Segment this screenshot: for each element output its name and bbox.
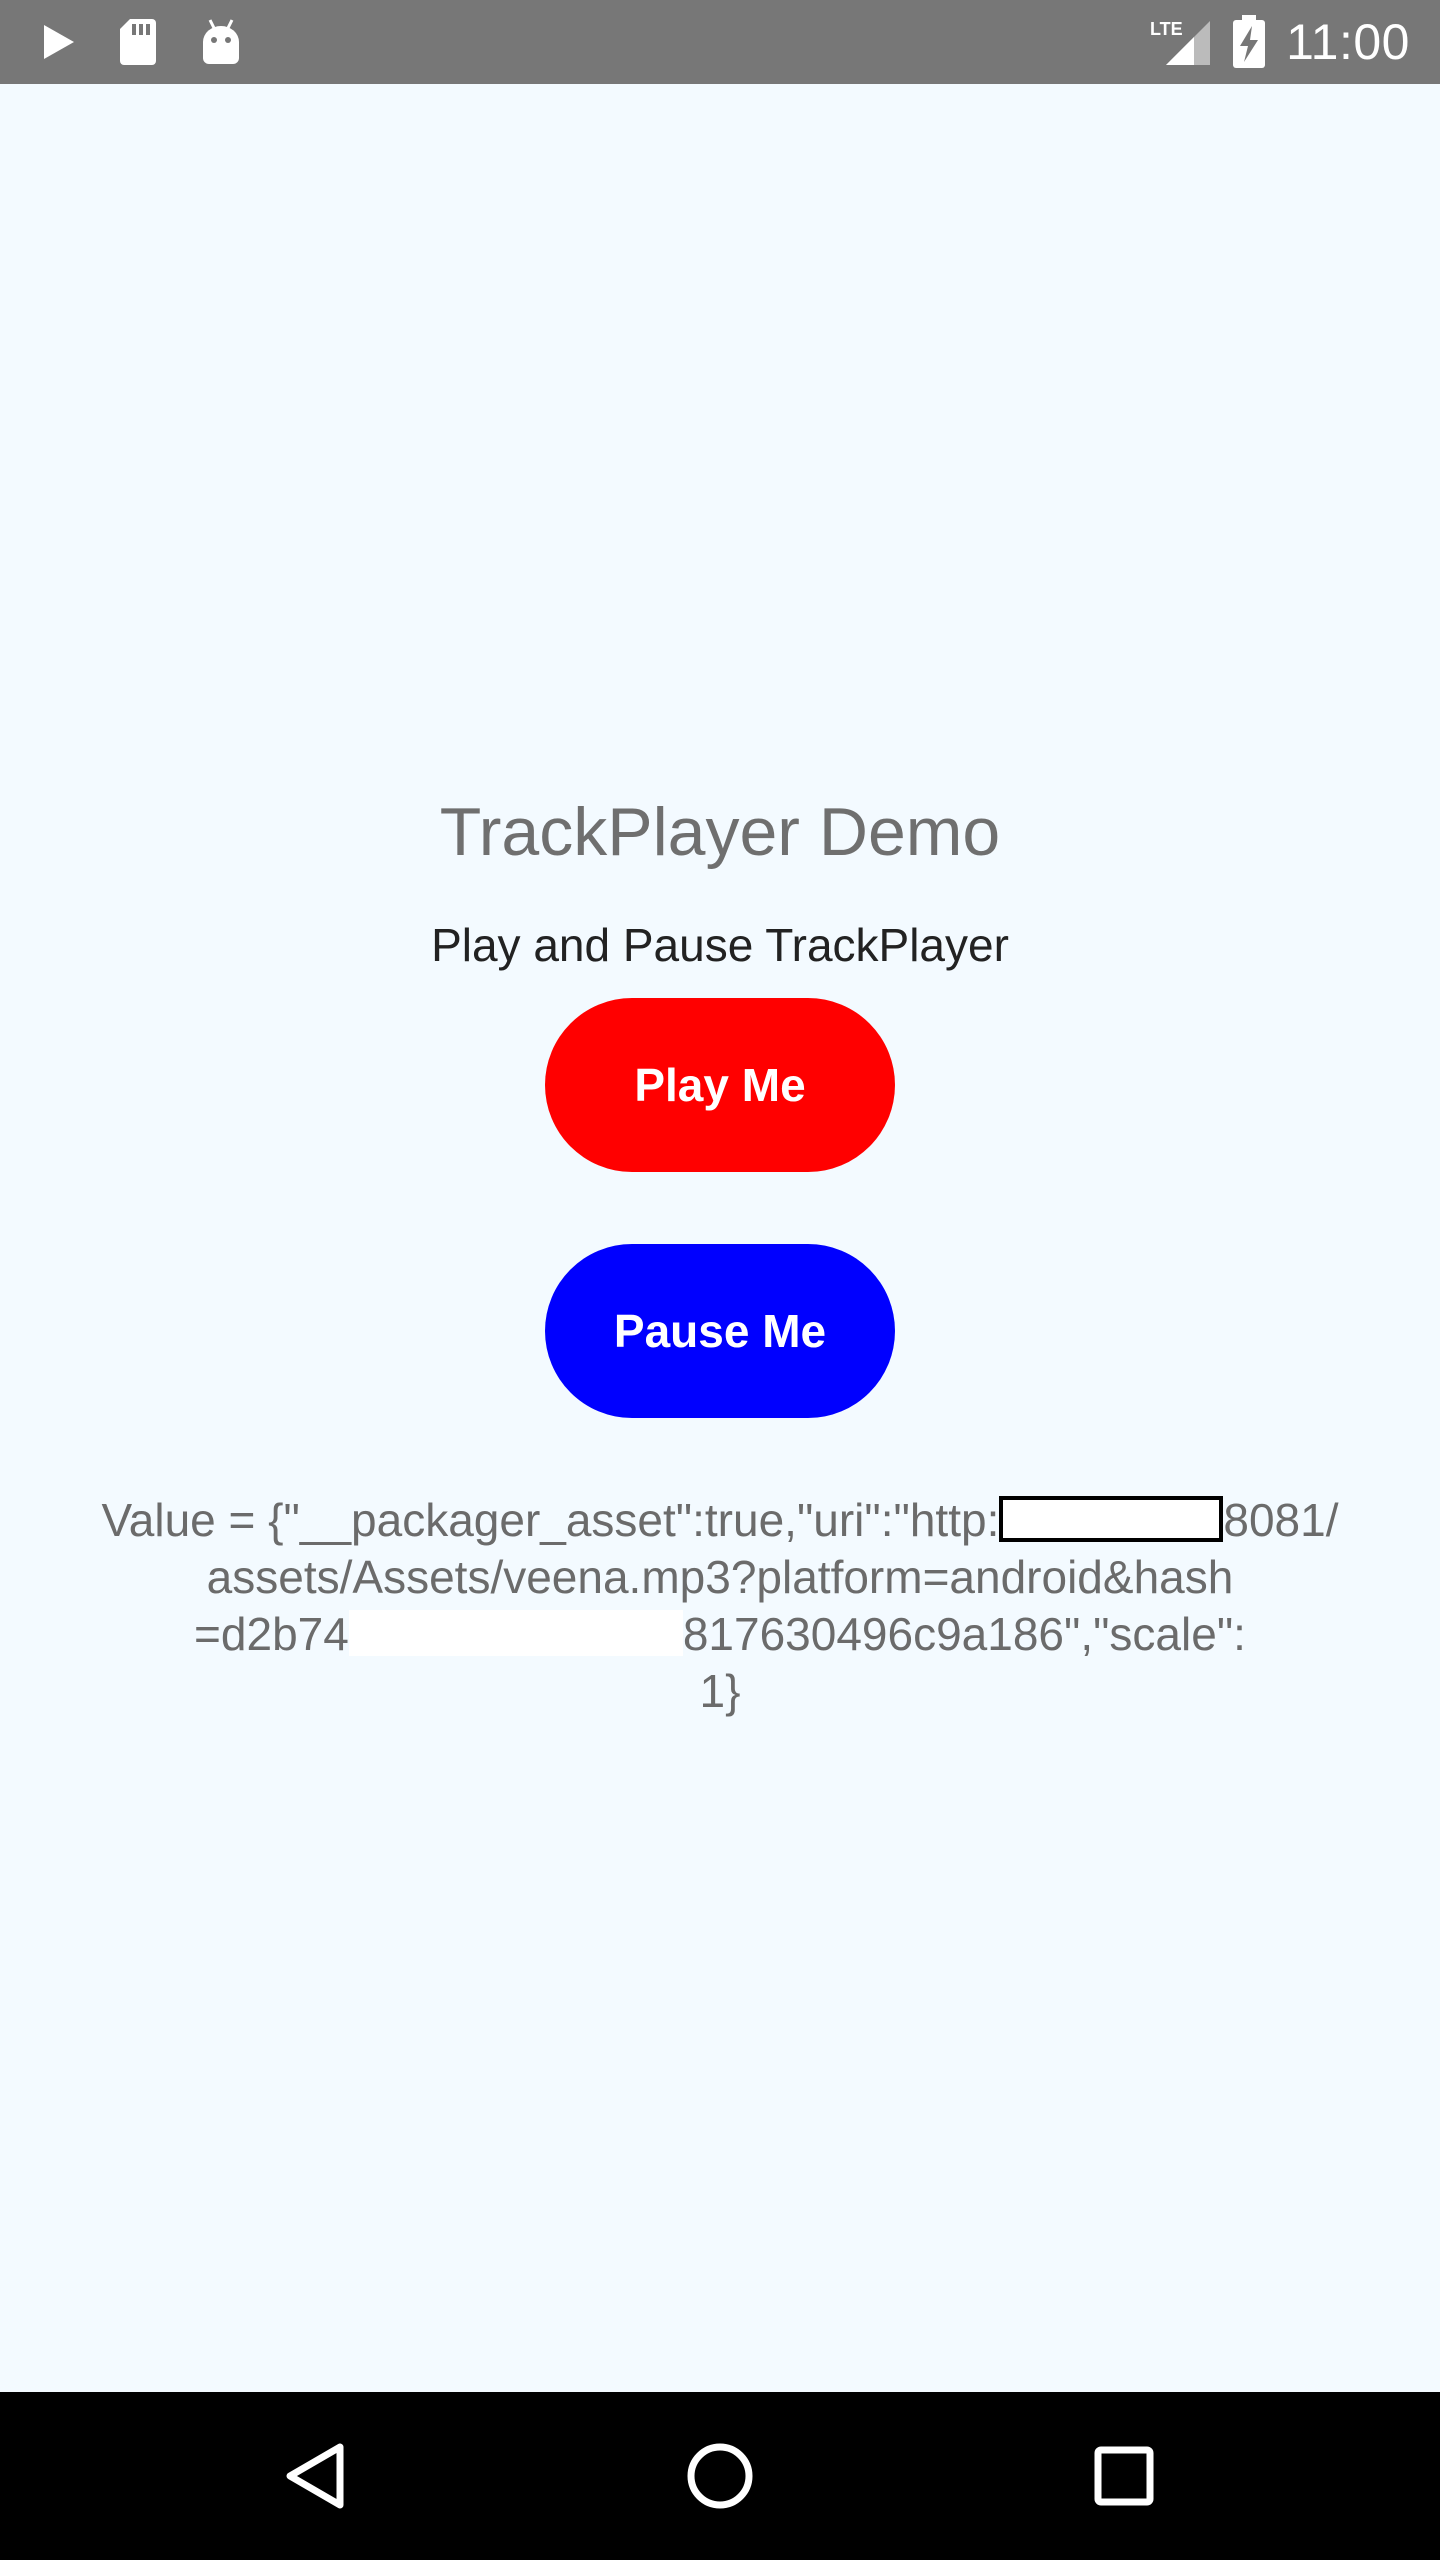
page-subtitle: Play and Pause TrackPlayer	[431, 919, 1009, 971]
value-line-3-prefix: =d2b74	[194, 1608, 349, 1660]
play-icon	[42, 23, 76, 61]
page-title: TrackPlayer Demo	[439, 794, 1001, 870]
value-line-2: assets/Assets/veena.mp3?platform=android…	[206, 1551, 1234, 1603]
navigation-bar	[0, 2392, 1440, 2560]
back-icon	[286, 2443, 344, 2509]
status-right-icons: LTE 11:00	[1148, 0, 1410, 84]
redacted-hash-box	[348, 1610, 683, 1656]
pause-button[interactable]: Pause Me	[545, 1244, 895, 1418]
value-line-4: 1}	[699, 1665, 741, 1717]
back-button[interactable]	[232, 2392, 400, 2560]
value-line-3: =d2b74 817630496c9a186","scale":	[70, 1606, 1370, 1663]
home-icon	[687, 2443, 753, 2509]
play-button[interactable]: Play Me	[545, 998, 895, 1172]
network-label: LTE	[1150, 19, 1183, 39]
redacted-host-box	[999, 1496, 1224, 1542]
android-icon	[200, 18, 242, 66]
main-content: TrackPlayer Demo Play and Pause TrackPla…	[0, 84, 1440, 2392]
status-clock: 11:00	[1286, 14, 1410, 70]
home-button[interactable]	[636, 2392, 804, 2560]
battery-charging-icon	[1232, 15, 1266, 69]
lte-signal-icon: LTE	[1148, 17, 1212, 67]
value-text: Value = {"__packager_asset":true,"uri":"…	[70, 1492, 1370, 1720]
sd-card-icon	[118, 17, 158, 67]
recent-apps-button[interactable]	[1040, 2392, 1208, 2560]
value-line-1-suffix: 8081/	[1223, 1494, 1339, 1546]
status-bar: LTE 11:00	[0, 0, 1440, 84]
value-line-1: Value = {"__packager_asset":true,"uri":"…	[70, 1492, 1370, 1549]
value-line-3-suffix: 817630496c9a186","scale":	[682, 1608, 1246, 1660]
recent-apps-icon	[1094, 2446, 1154, 2506]
value-line-1-prefix: Value = {"__packager_asset":true,"uri":"…	[101, 1494, 1000, 1546]
status-left-icons	[42, 0, 242, 84]
